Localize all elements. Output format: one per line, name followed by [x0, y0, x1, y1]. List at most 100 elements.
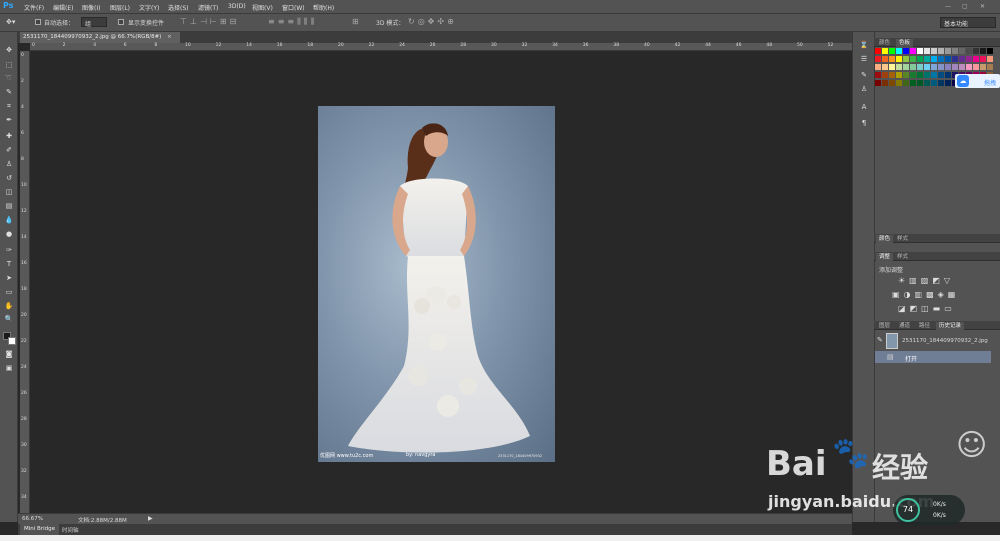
color-swatch[interactable] [889, 80, 895, 86]
color-swatch[interactable] [966, 48, 972, 54]
color-swatch[interactable] [896, 64, 902, 70]
history-step-row[interactable]: ▤ 打开 [875, 351, 991, 363]
menu-image[interactable]: 图像(I) [82, 3, 100, 12]
align-buttons[interactable]: ⊤⊥⊣⊢⊞⊟ [180, 17, 239, 26]
brush-tool-icon[interactable]: ✐ [4, 146, 14, 155]
close-tab-icon[interactable]: × [167, 34, 172, 40]
color-swatch[interactable] [875, 48, 881, 54]
dodge-tool-icon[interactable]: ● [4, 230, 14, 239]
color-swatch[interactable] [980, 48, 986, 54]
color-swatch[interactable] [938, 48, 944, 54]
history-brush-tool-icon[interactable]: ↺ [4, 174, 14, 183]
tab-channels[interactable]: 通道 [896, 322, 913, 330]
eraser-tool-icon[interactable]: ◫ [4, 188, 14, 197]
screen-mode-icon[interactable]: ▣ [4, 364, 14, 373]
color-swatch[interactable] [973, 56, 979, 62]
color-swatch[interactable] [924, 48, 930, 54]
color-swatch[interactable] [917, 64, 923, 70]
brush-panel-icon[interactable]: ✎ [859, 70, 869, 80]
paragraph-panel-icon[interactable]: ¶ [859, 118, 869, 128]
adjustment-row-3[interactable]: ◪◩◫▬▭ [898, 304, 956, 313]
color-swatch[interactable] [875, 80, 881, 86]
minimize-icon[interactable]: — [945, 3, 951, 10]
auto-select-dropdown[interactable]: 组 [81, 17, 107, 28]
color-swatch[interactable] [959, 48, 965, 54]
color-swatch[interactable] [889, 48, 895, 54]
menu-layer[interactable]: 图层(L) [110, 3, 130, 12]
menu-view[interactable]: 视图(V) [252, 3, 273, 12]
color-swatch[interactable] [980, 64, 986, 70]
baidu-drag-chip[interactable]: ☁ 拖拽 [955, 74, 1000, 88]
eyedropper-tool-icon[interactable]: ✒ [4, 116, 14, 125]
auto-select-checkbox[interactable] [35, 19, 41, 25]
tab-color[interactable]: 颜色 [876, 39, 893, 47]
color-swatch[interactable] [945, 64, 951, 70]
color-swatch[interactable] [945, 72, 951, 78]
color-swatch[interactable] [889, 72, 895, 78]
close-icon[interactable]: ✕ [980, 3, 985, 10]
character-panel-icon[interactable]: A [859, 102, 869, 112]
color-swatch[interactable] [889, 64, 895, 70]
color-swatch[interactable] [910, 72, 916, 78]
color-swatch[interactable] [987, 64, 993, 70]
color-swatch[interactable] [945, 56, 951, 62]
color-swatch[interactable] [931, 64, 937, 70]
pen-tool-icon[interactable]: ✑ [4, 246, 14, 255]
color-swatch[interactable] [917, 56, 923, 62]
hand-tool-icon[interactable]: ✋ [4, 302, 14, 311]
color-swatch[interactable] [987, 48, 993, 54]
color-swatch[interactable] [938, 72, 944, 78]
color-swatch[interactable] [931, 72, 937, 78]
color-swatch[interactable] [924, 64, 930, 70]
document-image[interactable]: 优图网 www.tu2c.com by: navgyra 2531170_184… [318, 106, 555, 462]
show-transform-checkbox[interactable] [118, 19, 124, 25]
color-swatch[interactable] [917, 80, 923, 86]
tab-styles[interactable]: 样式 [894, 235, 911, 243]
color-swatch[interactable] [875, 64, 881, 70]
color-swatch[interactable] [973, 48, 979, 54]
adjustment-row-2[interactable]: ▣◑▥▩◈▦ [892, 290, 959, 299]
color-swatch[interactable] [882, 48, 888, 54]
tab-adjustments[interactable]: 调整 [876, 253, 894, 261]
color-swatch[interactable] [882, 64, 888, 70]
clone-source-panel-icon[interactable]: ♙ [859, 84, 869, 94]
auto-align-button[interactable]: ⊞ [352, 17, 359, 26]
blur-tool-icon[interactable]: 💧 [4, 216, 14, 225]
color-swatch[interactable] [910, 56, 916, 62]
color-swatch[interactable] [938, 80, 944, 86]
color-swatch[interactable] [889, 56, 895, 62]
quick-select-tool-icon[interactable]: ✎ [4, 88, 14, 97]
background-color-swatch[interactable] [8, 337, 16, 345]
crop-tool-icon[interactable]: ⌗ [4, 102, 14, 111]
color-swatch[interactable] [896, 56, 902, 62]
menu-filter[interactable]: 滤镜(T) [198, 3, 218, 12]
tab-styles-2[interactable]: 样式 [894, 253, 911, 261]
shape-tool-icon[interactable]: ▭ [4, 288, 14, 297]
3d-mode-buttons[interactable]: ↻◎✥✣⊕ [408, 17, 457, 26]
tab-timeline[interactable]: 时间轴 [62, 526, 79, 534]
menu-edit[interactable]: 编辑(E) [53, 3, 73, 12]
color-swatch[interactable] [903, 48, 909, 54]
color-swatch[interactable] [945, 80, 951, 86]
color-swatch[interactable] [966, 56, 972, 62]
history-snapshot-row[interactable]: ✎ 2531170_184409970932_2.jpg [875, 332, 991, 350]
lasso-tool-icon[interactable]: ➰ [4, 74, 14, 83]
color-swatch[interactable] [875, 72, 881, 78]
menu-3d[interactable]: 3D(D) [228, 3, 246, 10]
color-swatch[interactable] [903, 80, 909, 86]
color-swatch[interactable] [910, 80, 916, 86]
color-swatch[interactable] [910, 48, 916, 54]
color-swatch[interactable] [910, 64, 916, 70]
color-swatch[interactable] [938, 56, 944, 62]
color-swatch[interactable] [903, 64, 909, 70]
tab-swatches[interactable]: 色板 [896, 39, 914, 47]
history-panel-icon[interactable]: ⌛ [859, 40, 869, 50]
color-swatch[interactable] [882, 56, 888, 62]
distribute-buttons[interactable]: ≡≡≡⫼⫼⫼ [268, 17, 317, 27]
color-swatch[interactable] [966, 64, 972, 70]
zoom-tool-icon[interactable]: 🔍 [4, 315, 14, 324]
move-tool-icon[interactable]: ✥ [4, 46, 14, 55]
tab-mini-bridge[interactable]: Mini Bridge [20, 524, 59, 535]
menu-window[interactable]: 窗口(W) [282, 3, 305, 12]
network-speed-widget[interactable]: 74 0K/s 0K/s [893, 495, 965, 525]
